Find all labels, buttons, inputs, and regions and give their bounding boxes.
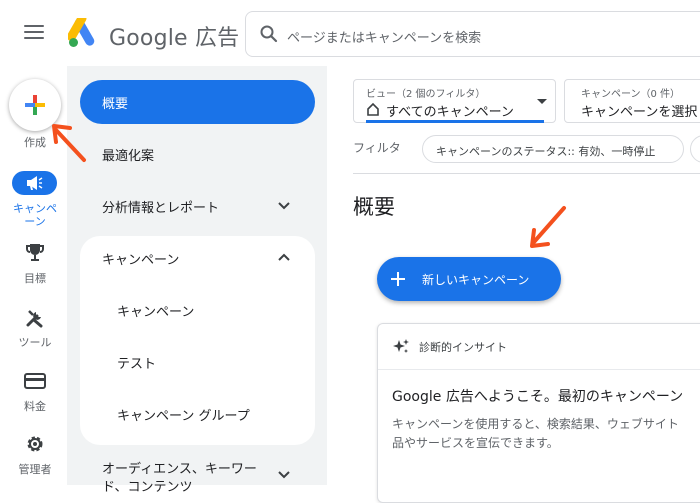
dropdown-arrow-icon — [537, 99, 547, 104]
search-box[interactable]: ページまたはキャンペーンを検索 — [245, 11, 700, 57]
nav-item-campaigns-section[interactable]: キャンペーン — [80, 236, 315, 280]
nav-item-overview[interactable]: 概要 — [80, 80, 315, 124]
insight-body-1: キャンペーンを使用すると、検索結果、ウェブサイト — [392, 417, 679, 431]
filter-divider — [353, 173, 700, 174]
view-underline — [366, 120, 544, 123]
sparkle-icon — [393, 339, 409, 353]
insight-separator — [378, 369, 700, 370]
campaign-select-value: キャンペーンを選択 — [581, 105, 698, 120]
home-icon — [367, 102, 379, 116]
nav-label-campaign-groups: キャンペーン グループ — [117, 409, 250, 424]
trophy-icon[interactable] — [24, 241, 46, 263]
insight-card: 診断的インサイト Google 広告へようこそ。最初のキャンペーン キャンペーン… — [377, 323, 700, 503]
rail-label-tools: ツール — [18, 336, 52, 349]
nav-label-audiences-2: ド、コンテンツ — [102, 480, 193, 495]
new-campaign-label: 新しいキャンペーン — [422, 273, 530, 287]
nav-item-recommendations[interactable]: 最適化案 — [80, 132, 315, 176]
rail-label-admin: 管理者 — [18, 463, 52, 476]
nav-label-insights-reports: 分析情報とレポート — [102, 201, 220, 216]
google-ads-logo — [68, 18, 95, 47]
nav-item-audiences[interactable]: オーディエンス、キーワー ド、コンテンツ — [80, 452, 315, 495]
nav-item-campaigns[interactable]: キャンペーン — [80, 288, 315, 332]
insight-body-2: 品やサービスを宣伝できます。 — [392, 436, 559, 450]
search-placeholder: ページまたはキャンペーンを検索 — [287, 31, 482, 46]
status-filter-chip[interactable]: キャンペーンのステータス:: 有効、一時停止 — [422, 135, 684, 163]
megaphone-icon — [27, 176, 43, 190]
rail-label-campaigns-2: ーン — [24, 215, 46, 228]
tools-icon[interactable] — [24, 307, 46, 329]
plus-icon — [391, 272, 405, 286]
nav-item-campaign-groups[interactable]: キャンペーン グループ — [80, 392, 315, 436]
chevron-up-icon — [278, 253, 290, 261]
campaign-selector[interactable]: キャンペーン（0 件） キャンペーンを選択 — [564, 79, 700, 123]
view-selector[interactable]: ビュー（2 個のフィルタ） すべてのキャンペーン — [353, 79, 556, 123]
chevron-down-icon — [278, 471, 290, 479]
nav-item-insights-reports[interactable]: 分析情報とレポート — [80, 184, 315, 228]
nav-label-audiences-1: オーディエンス、キーワー — [102, 462, 257, 477]
nav-label-campaigns-section: キャンペーン — [102, 253, 180, 268]
status-filter-text: キャンペーンのステータス:: 有効、一時停止 — [436, 145, 656, 158]
nav-label-experiments: テスト — [117, 357, 157, 372]
filter-label: フィルタ — [353, 141, 401, 155]
page-title: 概要 — [353, 195, 395, 219]
add-filter-chip[interactable] — [690, 135, 700, 163]
view-label: ビュー（2 個のフィルタ） — [366, 89, 486, 100]
rail-item-campaigns[interactable] — [12, 171, 57, 195]
nav-label-campaigns: キャンペーン — [117, 305, 195, 320]
nav-label-overview: 概要 — [102, 97, 129, 112]
credit-card-icon[interactable] — [23, 371, 47, 391]
annotation-arrow-create — [52, 124, 86, 162]
rail-label-billing: 料金 — [24, 400, 46, 413]
chevron-down-icon — [278, 202, 290, 210]
insight-title: Google 広告へようこそ。最初のキャンペーン — [392, 389, 684, 405]
menu-icon[interactable] — [24, 25, 44, 41]
plus-icon — [25, 95, 45, 115]
nav-item-experiments[interactable]: テスト — [80, 340, 315, 384]
campaign-count-label: キャンペーン（0 件） — [581, 89, 681, 100]
nav-label-recommendations: 最適化案 — [102, 149, 155, 164]
top-bar: Google 広告 ページまたはキャンペーンを検索 — [0, 0, 700, 66]
gear-icon[interactable] — [24, 433, 46, 455]
rail-label-goals: 目標 — [24, 272, 46, 285]
brand-title: Google 広告 — [109, 26, 240, 51]
view-value: すべてのキャンペーン — [386, 105, 514, 120]
annotation-arrow-new-campaign — [530, 206, 566, 248]
insight-header: 診断的インサイト — [419, 341, 507, 354]
new-campaign-button[interactable]: 新しいキャンペーン — [377, 257, 561, 301]
search-icon — [260, 25, 278, 43]
